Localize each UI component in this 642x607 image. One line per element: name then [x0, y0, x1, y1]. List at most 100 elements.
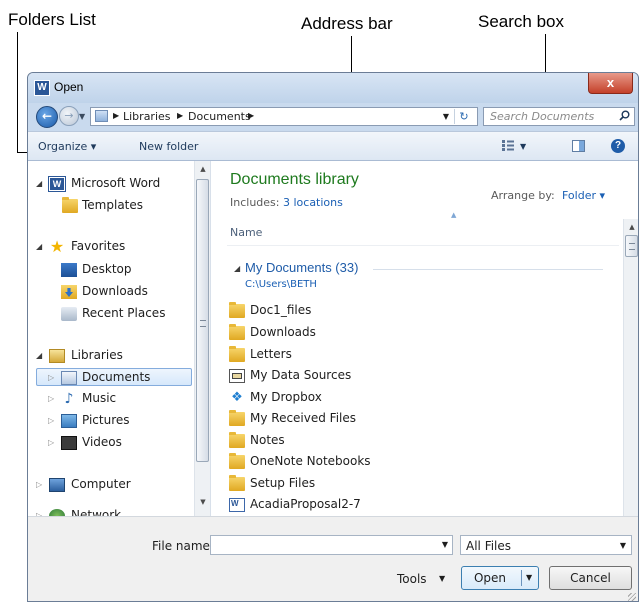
column-header-name[interactable]: Name [230, 226, 262, 239]
scroll-up-arrow-icon[interactable]: ▲ [624, 221, 638, 233]
file-name: OneNote Notebooks [250, 454, 371, 468]
collapsed-arrow-icon[interactable]: ▷ [48, 434, 54, 452]
resize-grip-icon[interactable] [628, 593, 636, 601]
search-input[interactable]: Search Documents [483, 107, 635, 126]
sidebar-item-label: Pictures [82, 413, 130, 427]
expanded-arrow-icon[interactable]: ◢ [36, 238, 42, 256]
group-path-link[interactable]: C:\Users\BETH [245, 279, 317, 290]
expanded-arrow-icon[interactable]: ◢ [36, 347, 42, 365]
sidebar-item-documents[interactable]: ▷ Documents [36, 368, 192, 386]
list-item[interactable]: Doc1_files [229, 302, 609, 321]
folder-icon [229, 475, 245, 491]
address-history-dropdown[interactable]: ▼ [443, 112, 449, 121]
folder-icon [229, 453, 245, 469]
list-item[interactable]: OneNote Notebooks [229, 453, 609, 472]
folder-icon [229, 410, 245, 426]
folders-list-scrollbar[interactable]: ▲ ▼ [194, 161, 210, 516]
sidebar-item-music[interactable]: ▷ ♪ Music [36, 390, 196, 408]
sidebar-item-templates[interactable]: Templates [36, 197, 196, 215]
expanded-arrow-icon[interactable]: ◢ [36, 175, 42, 193]
file-type-select[interactable]: All Files ▼ [460, 535, 632, 555]
scrollbar-thumb[interactable] [625, 235, 638, 257]
chevron-right-icon[interactable]: ▶ [113, 111, 119, 120]
recent-places-icon [61, 307, 77, 321]
preview-pane-icon[interactable] [572, 140, 585, 152]
scroll-up-arrow-icon[interactable]: ▲ [195, 163, 210, 175]
sidebar-item-label: Microsoft Word [71, 176, 161, 190]
chevron-down-icon[interactable]: ▼ [620, 541, 626, 550]
downloads-icon [61, 285, 77, 299]
videos-icon [61, 436, 77, 450]
scroll-down-arrow-icon[interactable]: ▼ [195, 496, 210, 508]
list-item[interactable]: Notes [229, 432, 609, 451]
callout-line-folders [17, 32, 18, 152]
help-icon[interactable]: ? [611, 139, 625, 153]
sidebar-item-microsoft-word[interactable]: ◢ W Microsoft Word [36, 175, 196, 193]
tools-button[interactable]: Tools [397, 572, 427, 586]
file-name: Notes [250, 433, 285, 447]
collapsed-arrow-icon[interactable]: ▷ [48, 412, 54, 430]
collapsed-arrow-icon[interactable]: ▷ [36, 507, 42, 516]
collapsed-arrow-icon[interactable]: ▷ [48, 369, 54, 387]
list-item[interactable]: Downloads [229, 324, 609, 343]
list-item[interactable]: AcadiaProposal2-7 [229, 496, 609, 515]
new-folder-button[interactable]: New folder [139, 140, 198, 153]
back-button[interactable]: ← [36, 106, 58, 128]
breadcrumb-libraries[interactable]: Libraries [123, 110, 171, 123]
chevron-right-icon[interactable]: ▶ [177, 111, 183, 120]
organize-button[interactable]: Organize ▾ [38, 140, 96, 153]
sidebar-item-downloads[interactable]: Downloads [36, 283, 196, 301]
locations-link[interactable]: 3 locations [283, 196, 343, 209]
file-name: My Dropbox [250, 390, 322, 404]
view-options-dropdown[interactable]: ▼ [520, 142, 526, 151]
file-name-history-dropdown[interactable]: ▼ [442, 540, 448, 549]
file-name-field[interactable]: ▼ [210, 535, 453, 555]
sidebar-item-libraries[interactable]: ◢ Libraries [36, 347, 196, 365]
collapsed-arrow-icon[interactable]: ▷ [48, 390, 54, 408]
chevron-right-icon[interactable]: ▶ [248, 111, 254, 120]
sidebar-item-computer[interactable]: ▷ Computer [36, 476, 196, 494]
list-item[interactable]: ❖ My Dropbox [229, 389, 609, 408]
sidebar-item-label: Libraries [71, 348, 123, 362]
sidebar-item-network[interactable]: ▷ Network [36, 507, 196, 516]
sidebar-item-favorites[interactable]: ◢ ★ Favorites [36, 238, 196, 256]
scrollbar-thumb[interactable] [196, 179, 209, 462]
open-dialog: W Open x ← → ▼ ▶ Libraries ▶ Documents ▶… [27, 72, 639, 602]
forward-button[interactable]: → [59, 106, 79, 126]
group-header-my-documents[interactable]: My Documents (33) [245, 260, 358, 275]
list-item[interactable]: Setup Files [229, 475, 609, 494]
open-button[interactable]: Open ▼ [461, 566, 539, 590]
breadcrumb-documents[interactable]: Documents [188, 110, 251, 123]
change-view-icon[interactable] [502, 140, 514, 151]
list-item[interactable]: My Received Files [229, 410, 609, 429]
data-sources-icon [229, 369, 245, 383]
file-list-vertical-scrollbar[interactable]: ▲ ▼ [623, 219, 638, 516]
group-collapse-icon[interactable]: ◢ [234, 264, 240, 273]
scrollbar-grip-icon [200, 320, 206, 327]
sidebar-item-desktop[interactable]: Desktop [36, 261, 196, 279]
tools-dropdown-icon[interactable]: ▼ [439, 574, 445, 583]
close-button[interactable]: x [588, 73, 633, 94]
sidebar-item-videos[interactable]: ▷ Videos [36, 434, 196, 452]
sidebar-item-recent-places[interactable]: Recent Places [36, 305, 196, 323]
star-icon: ★ [49, 237, 65, 256]
address-bar[interactable]: ▶ Libraries ▶ Documents ▶ ▼ ↻ [90, 107, 478, 126]
sidebar-item-label: Videos [82, 435, 122, 449]
file-name: Setup Files [250, 476, 316, 490]
refresh-icon[interactable]: ↻ [454, 109, 473, 124]
sidebar-item-pictures[interactable]: ▷ Pictures [36, 412, 196, 430]
cancel-button[interactable]: Cancel [549, 566, 632, 590]
list-item[interactable]: My Data Sources [229, 367, 609, 386]
list-item[interactable]: Letters [229, 346, 609, 365]
search-icon[interactable] [619, 110, 630, 121]
file-name: Doc1_files [250, 303, 312, 317]
collapsed-arrow-icon[interactable]: ▷ [36, 476, 42, 494]
includes-label: Includes: [230, 196, 280, 209]
group-header-line [373, 269, 603, 270]
arrange-by-dropdown[interactable]: Folder ▾ [562, 189, 605, 202]
open-options-dropdown[interactable]: ▼ [526, 573, 532, 582]
sidebar-item-label: Network [71, 508, 122, 516]
file-name: Downloads [250, 325, 316, 339]
word-app-icon: W [34, 80, 50, 96]
recent-pages-dropdown[interactable]: ▼ [79, 112, 85, 121]
